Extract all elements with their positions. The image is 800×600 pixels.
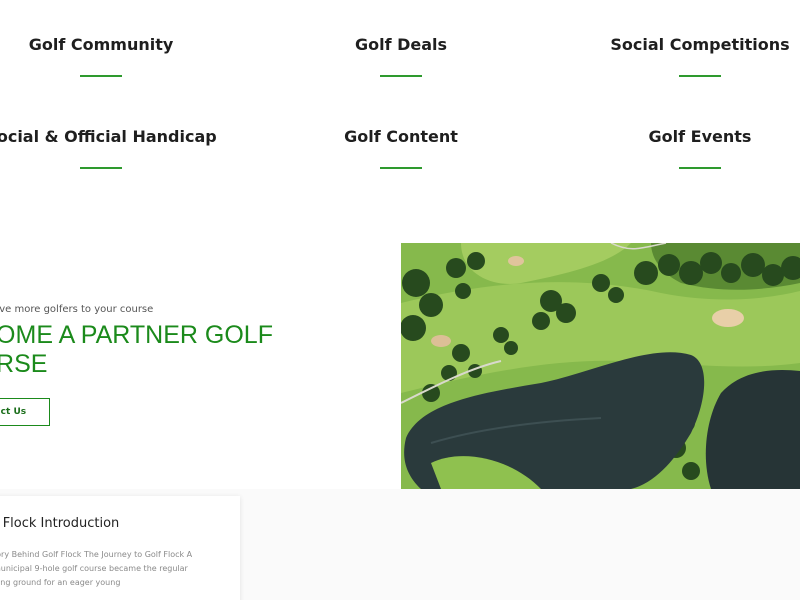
feature-title: Golf Community <box>28 35 174 54</box>
partner-heading: COME A PARTNER GOLF URSE <box>0 321 278 379</box>
golf-course-aerial-image <box>401 243 800 489</box>
partner-section: drive more golfers to your course COME A… <box>0 243 800 489</box>
contact-us-button[interactable]: ntact Us <box>0 398 50 426</box>
feature-title: Social Competitions <box>610 35 790 54</box>
feature-golf-deals[interactable]: Golf Deals <box>271 35 531 77</box>
page: Golf Community Golf Deals Social Competi… <box>0 0 800 600</box>
blog-section: f Flock Introduction tory Behind Golf Fl… <box>0 489 800 600</box>
feature-title: Golf Content <box>344 127 458 146</box>
feature-divider <box>380 75 422 77</box>
feature-golf-content[interactable]: Golf Content <box>271 127 531 169</box>
feature-divider <box>679 167 721 169</box>
feature-divider <box>80 75 122 77</box>
feature-divider <box>80 167 122 169</box>
partner-heading-line: URSE <box>0 350 48 378</box>
blog-post-card[interactable]: f Flock Introduction tory Behind Golf Fl… <box>0 496 240 600</box>
partner-subtitle: drive more golfers to your course <box>0 304 154 315</box>
blog-post-title[interactable]: f Flock Introduction <box>0 516 119 531</box>
excerpt-line: ping ground for an eager young <box>0 578 121 587</box>
partner-heading-line: COME A PARTNER GOLF <box>0 321 273 349</box>
feature-golf-community[interactable]: Golf Community <box>0 35 231 77</box>
feature-golf-events[interactable]: Golf Events <box>570 127 800 169</box>
feature-divider <box>380 167 422 169</box>
feature-handicap[interactable]: Social & Official Handicap <box>0 127 231 169</box>
feature-title: Golf Deals <box>354 35 448 54</box>
partner-text-panel: drive more golfers to your course COME A… <box>0 243 401 489</box>
feature-social-competitions[interactable]: Social Competitions <box>570 35 800 77</box>
excerpt-line: tory Behind Golf Flock The Journey to Go… <box>0 550 193 559</box>
feature-divider <box>679 75 721 77</box>
feature-title: Social & Official Handicap <box>0 127 217 146</box>
excerpt-line: municipal 9-hole golf course became the … <box>0 564 188 573</box>
feature-title: Golf Events <box>648 127 752 146</box>
blog-post-excerpt: tory Behind Golf Flock The Journey to Go… <box>0 548 208 590</box>
